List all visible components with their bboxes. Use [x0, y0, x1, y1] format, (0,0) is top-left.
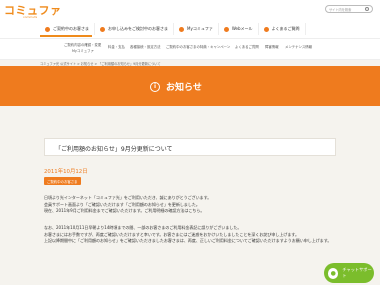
notice-paragraph: 日頃より光インターネット「コミュファ光」をご利用いただき、誠にありがとうございま…: [44, 195, 212, 200]
page-title: i お知らせ: [150, 80, 202, 93]
subnav-item-contract[interactable]: ご契約内容の確認・変更: [64, 42, 101, 47]
mail-icon: [223, 26, 229, 32]
category-badge: ご契約中のお客さま: [44, 177, 81, 185]
topnav-item-my-commufa[interactable]: Myコミュファ: [174, 23, 219, 35]
subnav-item-maintenance[interactable]: メンテナンス情報: [285, 44, 312, 49]
notice-paragraph: なお、2011年10月11日早朝より14時頃までの間、一部のお客さまのご利用料金…: [44, 225, 242, 230]
person-icon: [45, 26, 50, 32]
question-icon: [263, 26, 269, 32]
top-navigation: ご契約中のお客さま お申し込みをご検討中のお客さま Myコミュファ Webメール…: [40, 23, 380, 35]
subnav-item-settings[interactable]: 各種接続・設定方法: [130, 44, 161, 49]
search-placeholder: サイト内を検索: [329, 7, 352, 12]
chat-icon: ●: [328, 267, 339, 279]
subnav-item-campaign[interactable]: ご契約中のお客さまの特典・キャンペーン: [166, 44, 230, 49]
home-icon: [179, 26, 184, 32]
active-tab-indicator: [40, 35, 92, 37]
sub-navigation: ご契約内容の確認・変更 Myコミュファ 料金・支払 各種接続・設定方法 ご契約中…: [0, 38, 380, 60]
subnav-item-billing[interactable]: 料金・支払: [108, 44, 125, 49]
search-icon[interactable]: [365, 7, 369, 11]
subnav-item-my-commufa[interactable]: Myコミュファ: [72, 48, 94, 53]
topnav-item-prospective-customers[interactable]: お申し込みをご検討中のお客さま: [95, 23, 174, 35]
notice-date: 2011年10月12日: [44, 169, 88, 175]
site-logo-sub: commufa: [23, 15, 38, 19]
topnav-item-webmail[interactable]: Webメール: [219, 23, 259, 35]
notice-title-box: 「ご利用額のお知らせ」9月分更新について: [44, 138, 336, 156]
notice-paragraph: 上記以降期間中に「ご利用額のお知らせ」をご確認いただきましたお客さまは、再度、正…: [44, 238, 332, 244]
topnav-item-current-customers[interactable]: ご契約中のお客さま: [40, 23, 95, 35]
info-icon: i: [150, 81, 160, 92]
site-header: コミュファ commufa サイト内を検索 ご契約中のお客さま お申し込みをご検…: [0, 0, 380, 38]
notice-paragraph: 現在、2011年9月ご利用料金までご確認いただけます。ご利用明細の確認方法はこち…: [44, 208, 205, 214]
person-icon: [100, 26, 105, 32]
subnav-item-outage[interactable]: 障害情報: [265, 44, 279, 49]
notice-title: 「ご利用額のお知らせ」9月分更新について: [55, 146, 173, 153]
topnav-item-faq[interactable]: よくあるご質問: [259, 23, 306, 35]
subnav-item-faq[interactable]: よくあるご質問: [235, 44, 259, 49]
search-input[interactable]: サイト内を検索: [325, 5, 373, 13]
chat-label: チャットサポート: [342, 267, 372, 278]
chat-support-button[interactable]: ● チャットサポート: [324, 263, 374, 283]
